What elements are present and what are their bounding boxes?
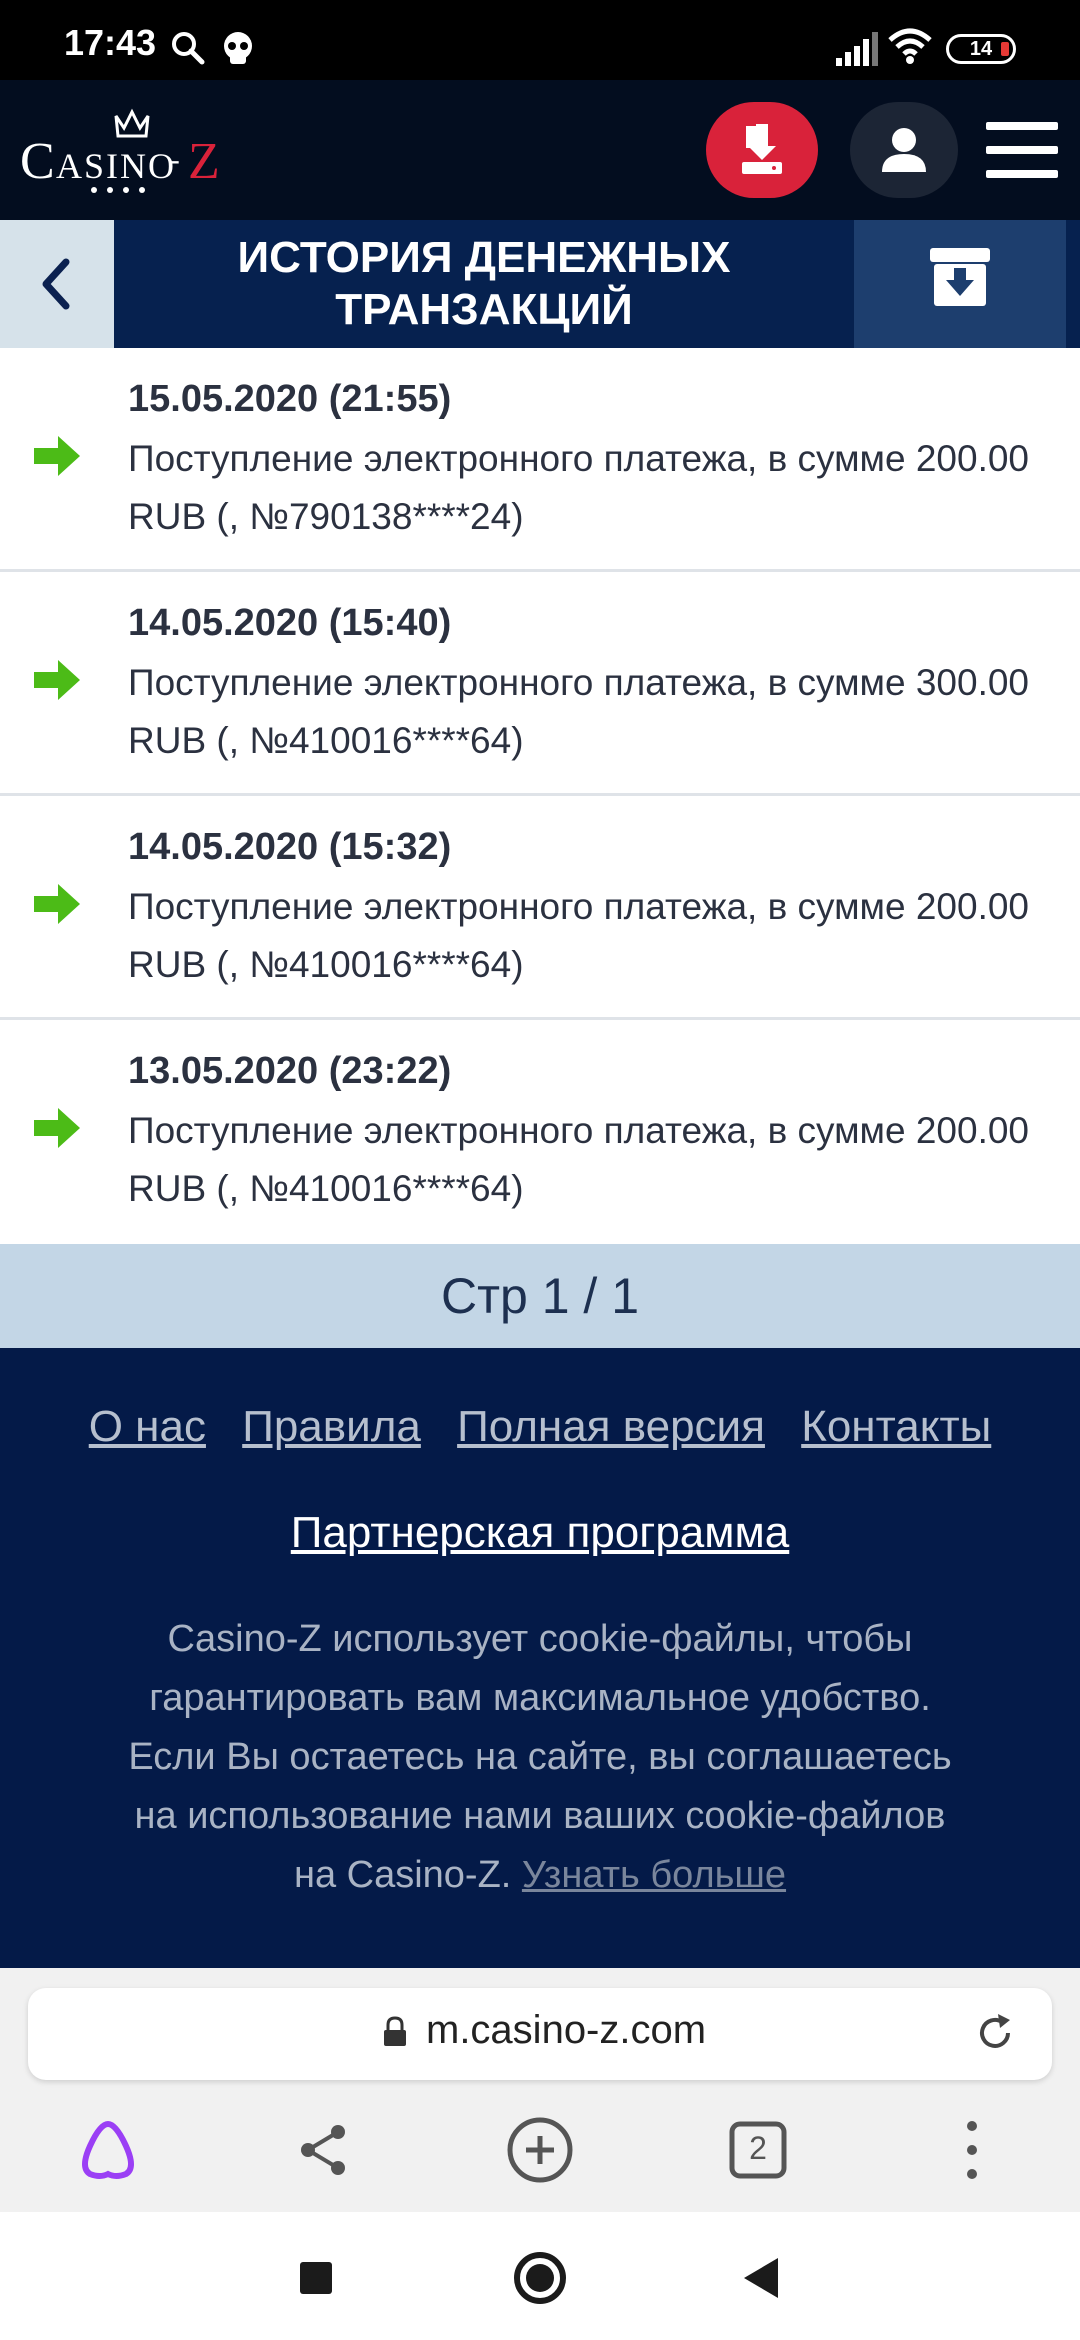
transaction-description: Поступление электронного платежа, в сумм… xyxy=(128,886,1030,985)
arrow-right-icon xyxy=(34,436,80,476)
signal-icon xyxy=(836,32,878,66)
page-title: ИСТОРИЯ ДЕНЕЖНЫХ ТРАНЗАКЦИЙ xyxy=(237,233,731,334)
casino-z-logo[interactable]: C ASINO Z - xyxy=(20,106,240,196)
battery-icon: 14 xyxy=(946,34,1016,64)
archive-button[interactable] xyxy=(854,220,1066,348)
download-app-button[interactable] xyxy=(706,102,818,198)
user-icon xyxy=(882,128,926,172)
page-title-bar: ИСТОРИЯ ДЕНЕЖНЫХ ТРАНЗАКЦИЙ xyxy=(0,220,1080,348)
site-footer: О нас Правила Полная версия Контакты Пар… xyxy=(0,1348,1080,1968)
svg-text:C: C xyxy=(20,133,55,190)
back-button[interactable] xyxy=(0,220,114,348)
browser-toolbar: m.casino-z.com 2 xyxy=(0,1968,1080,2212)
svg-text:Z: Z xyxy=(188,133,220,190)
transaction-description: Поступление электронного платежа, в сумм… xyxy=(128,662,1030,761)
new-tab-icon[interactable] xyxy=(500,2110,580,2190)
address-bar[interactable]: m.casino-z.com xyxy=(28,1988,1052,2080)
more-vertical-icon[interactable] xyxy=(932,2110,1012,2190)
back-nav-button[interactable] xyxy=(744,2258,778,2298)
transaction-date: 15.05.2020 (21:55) xyxy=(128,378,452,420)
transaction-date: 14.05.2020 (15:32) xyxy=(128,826,452,868)
transaction-date: 13.05.2020 (23:22) xyxy=(128,1050,452,1092)
hamburger-menu-button[interactable] xyxy=(986,122,1058,178)
tabs-button[interactable]: 2 xyxy=(718,2110,798,2190)
cookie-notice: Casino-Z использует cookie-файлы, чтобы … xyxy=(110,1610,970,1905)
reload-icon[interactable] xyxy=(972,2010,1018,2056)
chevron-left-icon xyxy=(42,258,70,310)
lock-icon xyxy=(384,2016,406,2046)
transaction-list: 15.05.2020 (21:55) Поступление электронн… xyxy=(0,348,1080,1242)
wifi-icon xyxy=(888,28,932,64)
alice-assistant-icon[interactable] xyxy=(68,2110,148,2190)
share-icon[interactable] xyxy=(284,2110,364,2190)
system-navigation-bar xyxy=(0,2212,1080,2340)
arrow-right-icon xyxy=(34,660,80,700)
status-time: 17:43 xyxy=(64,22,157,63)
tabs-count: 2 xyxy=(749,2130,767,2166)
footer-link-full-version[interactable]: Полная версия xyxy=(457,1402,765,1451)
partner-program-link[interactable]: Партнерская программа xyxy=(0,1508,1080,1558)
transaction-row: 14.05.2020 (15:40) Поступление электронн… xyxy=(0,572,1080,796)
site-header: C ASINO Z - xyxy=(0,80,1080,220)
footer-link-rules[interactable]: Правила xyxy=(242,1402,421,1451)
cookie-learn-more-link[interactable]: Узнать больше xyxy=(522,1854,786,1896)
svg-text:-: - xyxy=(170,144,180,177)
search-icon xyxy=(172,32,205,65)
battery-level: 14 xyxy=(969,38,993,60)
profile-button[interactable] xyxy=(850,102,958,198)
status-bar: 17:43 14 xyxy=(0,0,1080,80)
arrow-right-icon xyxy=(34,1108,80,1148)
download-icon xyxy=(742,124,782,174)
transaction-date: 14.05.2020 (15:40) xyxy=(128,602,452,644)
transaction-row: 14.05.2020 (15:32) Поступление электронн… xyxy=(0,796,1080,1020)
recent-apps-button[interactable] xyxy=(300,2262,332,2294)
footer-link-about[interactable]: О нас xyxy=(89,1402,206,1451)
skull-icon xyxy=(224,32,252,64)
transaction-description: Поступление электронного платежа, в сумм… xyxy=(128,1110,1030,1209)
pagination: Стр 1 / 1 xyxy=(0,1244,1080,1348)
footer-link-contacts[interactable]: Контакты xyxy=(801,1402,991,1451)
svg-text:ASINO: ASINO xyxy=(56,146,176,186)
transaction-description: Поступление электронного платежа, в сумм… xyxy=(128,438,1030,537)
home-button[interactable] xyxy=(514,2252,566,2304)
transaction-row: 15.05.2020 (21:55) Поступление электронн… xyxy=(0,348,1080,572)
address-url: m.casino-z.com xyxy=(426,2008,707,2052)
archive-download-icon xyxy=(930,248,990,306)
arrow-right-icon xyxy=(34,884,80,924)
footer-links: О нас Правила Полная версия Контакты xyxy=(0,1402,1080,1452)
transaction-row: 13.05.2020 (23:22) Поступление электронн… xyxy=(0,1020,1080,1242)
